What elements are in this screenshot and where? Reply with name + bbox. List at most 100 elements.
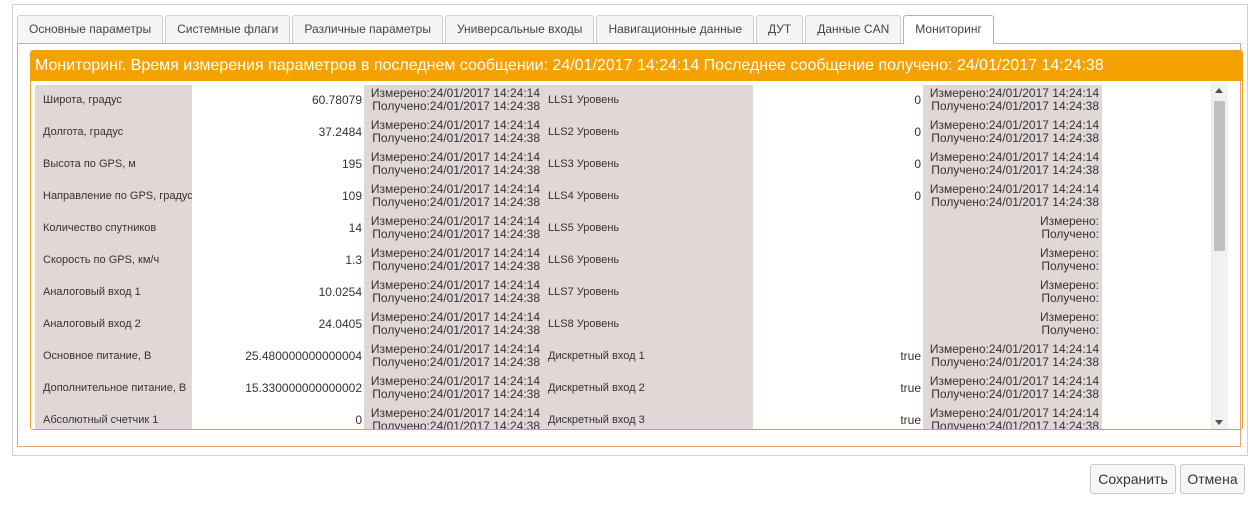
param-value-field[interactable]: true (753, 343, 923, 370)
received-time: Получено:24/01/2017 14:24:38 (931, 419, 1099, 430)
param-label: Долгота, градус (35, 117, 192, 149)
param-timestamps: Измерено:24/01/2017 14:24:14 Получено:24/… (364, 405, 543, 429)
tab-fuel-sensor[interactable]: ДУТ (756, 15, 804, 43)
save-button[interactable]: Сохранить (1090, 464, 1176, 494)
scroll-down-arrow-icon[interactable] (1215, 420, 1223, 425)
param-label: Количество спутников (35, 213, 192, 245)
param-timestamps: Измерено:24/01/2017 14:24:14 Получено:24/… (364, 117, 543, 149)
received-time: Получено:24/01/2017 14:24:38 (931, 131, 1099, 145)
param-value-field[interactable]: 10.0254 (192, 279, 364, 306)
received-time: Получено:24/01/2017 14:24:38 (372, 355, 540, 369)
tab-universal-inputs[interactable]: Универсальные входы (444, 15, 595, 43)
param-label: Широта, градус (35, 85, 192, 117)
param-timestamps: Измерено:24/01/2017 14:24:14 Получено:24/… (923, 373, 1102, 405)
vertical-scrollbar[interactable] (1211, 83, 1228, 429)
param-label: Высота по GPS, м (35, 149, 192, 181)
received-time: Получено:24/01/2017 14:24:38 (931, 99, 1099, 113)
param-value-field[interactable]: true (753, 375, 923, 402)
received-time: Получено:24/01/2017 14:24:38 (931, 355, 1099, 369)
param-value-field[interactable]: 0 (753, 87, 923, 114)
param-value-field[interactable]: 0 (192, 407, 364, 429)
param-timestamps: Измерено:24/01/2017 14:24:14 Получено:24/… (364, 277, 543, 309)
scroll-up-arrow-icon[interactable] (1215, 88, 1223, 93)
monitor-row: Долгота, градус 37.2484 Измерено:24/01/201… (35, 117, 1210, 149)
param-value-field[interactable] (753, 247, 923, 274)
tab-can-data[interactable]: Данные CAN (805, 15, 902, 43)
param-value-field[interactable]: 37.2484 (192, 119, 364, 146)
received-time: Получено: (1041, 259, 1099, 273)
param-timestamps: Измерено:24/01/2017 14:24:14 Получено:24/… (364, 373, 543, 405)
param-timestamps: Измерено: Получено: (923, 309, 1102, 341)
param-value-field[interactable] (753, 279, 923, 306)
param-label: Дискретный вход 3 (543, 405, 753, 429)
settings-dialog: Основные параметры Системные флаги Разли… (12, 4, 1248, 456)
monitor-row: Основное питание, В 25.480000000000004 Изм… (35, 341, 1210, 373)
param-value-field[interactable]: 60.78079 (192, 87, 364, 114)
param-value-field[interactable]: 1.3 (192, 247, 364, 274)
param-label: LLS1 Уровень (543, 85, 753, 117)
param-timestamps: Измерено: Получено: (923, 277, 1102, 309)
param-label: LLS3 Уровень (543, 149, 753, 181)
received-time: Получено:24/01/2017 14:24:38 (372, 323, 540, 337)
received-time: Получено:24/01/2017 14:24:38 (372, 163, 540, 177)
tab-various-params[interactable]: Различные параметры (292, 15, 443, 43)
param-label: LLS2 Уровень (543, 117, 753, 149)
tab-system-flags[interactable]: Системные флаги (165, 15, 291, 43)
param-value-field[interactable]: 0 (753, 183, 923, 210)
param-label: LLS8 Уровень (543, 309, 753, 341)
received-time: Получено:24/01/2017 14:24:38 (372, 259, 540, 273)
param-value-field[interactable]: 195 (192, 151, 364, 178)
received-time: Получено:24/01/2017 14:24:38 (372, 131, 540, 145)
param-timestamps: Измерено:24/01/2017 14:24:14 Получено:24/… (923, 117, 1102, 149)
param-label: LLS6 Уровень (543, 245, 753, 277)
received-time: Получено:24/01/2017 14:24:38 (931, 387, 1099, 401)
received-time: Получено: (1041, 291, 1099, 305)
param-value-field[interactable]: 15.330000000000002 (192, 375, 364, 402)
tab-basic-params[interactable]: Основные параметры (17, 15, 164, 43)
tab-monitoring[interactable]: Мониторинг (903, 15, 994, 44)
scrollbar-thumb[interactable] (1214, 101, 1225, 251)
param-timestamps: Измерено:24/01/2017 14:24:14 Получено:24/… (364, 309, 543, 341)
param-timestamps: Измерено:24/01/2017 14:24:14 Получено:24/… (364, 213, 543, 245)
param-label: Основное питание, В (35, 341, 192, 373)
param-timestamps: Измерено:24/01/2017 14:24:14 Получено:24/… (364, 149, 543, 181)
param-value-field[interactable]: 0 (753, 151, 923, 178)
param-label: Дискретный вход 1 (543, 341, 753, 373)
received-time: Получено:24/01/2017 14:24:38 (372, 99, 540, 113)
tab-navigation-data[interactable]: Навигационные данные (596, 15, 755, 43)
param-value-field[interactable] (753, 215, 923, 242)
param-value-field[interactable]: 14 (192, 215, 364, 242)
received-time: Получено:24/01/2017 14:24:38 (372, 387, 540, 401)
param-timestamps: Измерено:24/01/2017 14:24:14 Получено:24/… (923, 181, 1102, 213)
monitoring-grid: Широта, градус 60.78079 Измерено:24/01/201… (35, 85, 1210, 430)
monitor-row: Скорость по GPS, км/ч 1.3 Измерено:24/01/2… (35, 245, 1210, 277)
monitor-row: Направление по GPS, градус 109 Измерено:24… (35, 181, 1210, 213)
param-value-field[interactable]: 109 (192, 183, 364, 210)
param-value-field[interactable]: 25.480000000000004 (192, 343, 364, 370)
monitor-row: Широта, градус 60.78079 Измерено:24/01/201… (35, 85, 1210, 117)
received-time: Получено:24/01/2017 14:24:38 (931, 163, 1099, 177)
param-label: LLS7 Уровень (543, 277, 753, 309)
param-value-field[interactable] (753, 311, 923, 338)
param-timestamps: Измерено:24/01/2017 14:24:14 Получено:24/… (364, 181, 543, 213)
param-label: Дискретный вход 2 (543, 373, 753, 405)
param-value-field[interactable]: true (753, 407, 923, 429)
param-label: LLS5 Уровень (543, 213, 753, 245)
monitor-row: Аналоговый вход 2 24.0405 Измерено:24/01/2… (35, 309, 1210, 341)
param-label: LLS4 Уровень (543, 181, 753, 213)
param-timestamps: Измерено: Получено: (923, 245, 1102, 277)
received-time: Получено: (1041, 227, 1099, 241)
param-value-field[interactable]: 24.0405 (192, 311, 364, 338)
param-timestamps: Измерено:24/01/2017 14:24:14 Получено:24/… (923, 341, 1102, 373)
monitor-row: Аналоговый вход 1 10.0254 Измерено:24/01/2… (35, 277, 1210, 309)
received-time: Получено:24/01/2017 14:24:38 (372, 227, 540, 241)
param-value-field[interactable]: 0 (753, 119, 923, 146)
param-label: Аналоговый вход 1 (35, 277, 192, 309)
monitoring-panel: Мониторинг. Время измерения параметров в… (30, 50, 1243, 430)
param-timestamps: Измерено:24/01/2017 14:24:14 Получено:24/… (364, 341, 543, 373)
cancel-button[interactable]: Отмена (1180, 464, 1245, 494)
param-label: Абсолютный счетчик 1 (35, 405, 192, 429)
param-timestamps: Измерено:24/01/2017 14:24:14 Получено:24/… (364, 245, 543, 277)
monitor-row: Количество спутников 14 Измерено:24/01/201… (35, 213, 1210, 245)
param-timestamps: Измерено: Получено: (923, 213, 1102, 245)
